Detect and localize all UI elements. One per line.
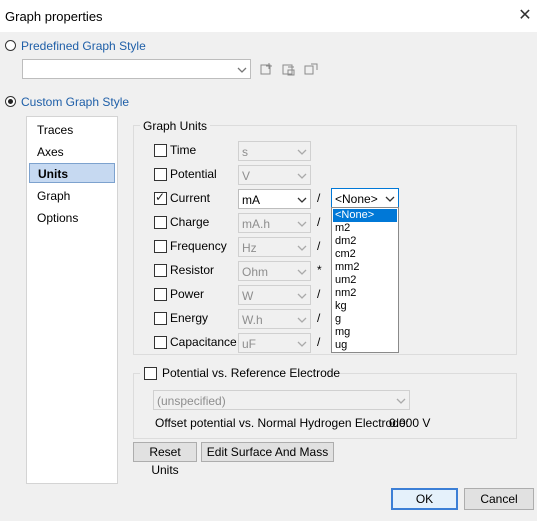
custom-style-radio[interactable] xyxy=(5,96,16,107)
area-unit-value: <None> xyxy=(335,192,378,206)
area-unit-option[interactable]: kg xyxy=(333,300,397,313)
capacitance-unit-value: uF xyxy=(242,337,257,351)
frequency-separator: / xyxy=(317,239,321,253)
chevron-down-icon xyxy=(297,221,307,227)
frequency-unit-value: Hz xyxy=(242,241,257,255)
frequency-checkbox[interactable] xyxy=(154,240,167,253)
title-bar: Graph properties ✕ xyxy=(0,0,537,32)
time-label[interactable]: Time xyxy=(170,143,196,157)
potential-unit-value: V xyxy=(242,169,251,183)
resistor-unit-value: Ohm xyxy=(242,265,269,279)
predefined-style-select[interactable] xyxy=(22,59,251,79)
current-unit-select[interactable]: mA xyxy=(238,189,311,209)
capacitance-label[interactable]: Capacitance xyxy=(170,335,237,349)
potential-label[interactable]: Potential xyxy=(170,167,217,181)
frequency-unit-select[interactable]: Hz xyxy=(238,237,311,257)
power-checkbox[interactable] xyxy=(154,288,167,301)
chevron-down-icon xyxy=(297,197,307,203)
charge-separator: / xyxy=(317,215,321,229)
nav-item-graph[interactable]: Graph xyxy=(29,186,115,206)
resistor-unit-select[interactable]: Ohm xyxy=(238,261,311,281)
nav-item-traces[interactable]: Traces xyxy=(29,120,115,140)
charge-checkbox[interactable] xyxy=(154,216,167,229)
energy-separator: / xyxy=(317,311,321,325)
potential-unit-select[interactable]: V xyxy=(238,165,311,185)
cancel-button[interactable]: Cancel xyxy=(464,488,534,510)
area-unit-option[interactable]: mm2 xyxy=(333,261,397,274)
offset-potential-value: 0.000 V xyxy=(389,416,431,430)
current-unit-value: mA xyxy=(242,193,260,207)
edit-surface-mass-button[interactable]: Edit Surface And Mass xyxy=(201,442,334,462)
power-label[interactable]: Power xyxy=(170,287,204,301)
settings-nav: Traces Axes Units Graph Options xyxy=(26,116,118,484)
current-separator: / xyxy=(317,191,321,205)
reference-electrode-value: (unspecified) xyxy=(157,394,226,408)
reset-units-button[interactable]: Reset Units xyxy=(133,442,197,477)
resistor-checkbox[interactable] xyxy=(154,264,167,277)
graph-units-title: Graph Units xyxy=(140,119,211,133)
nav-item-axes[interactable]: Axes xyxy=(29,142,115,162)
current-checkbox[interactable] xyxy=(154,190,167,205)
custom-style-label[interactable]: Custom Graph Style xyxy=(21,95,129,109)
predefined-style-radio[interactable] xyxy=(5,40,16,51)
area-unit-option[interactable]: <None> xyxy=(332,208,398,223)
area-unit-dropdown: <None> m2 dm2 cm2 mm2 um2 nm2 kg g mg ug xyxy=(331,207,399,353)
frequency-label[interactable]: Frequency xyxy=(170,239,227,253)
area-unit-option[interactable]: um2 xyxy=(333,274,397,287)
capacitance-unit-select[interactable]: uF xyxy=(238,333,311,353)
power-unit-value: W xyxy=(242,289,254,303)
energy-checkbox[interactable] xyxy=(154,312,167,325)
area-unit-option[interactable]: m2 xyxy=(333,222,397,235)
chevron-down-icon xyxy=(396,398,406,404)
energy-label[interactable]: Energy xyxy=(170,311,208,325)
edit-style-icon[interactable] xyxy=(304,62,318,76)
area-unit-option[interactable]: cm2 xyxy=(333,248,397,261)
area-unit-select[interactable]: <None> xyxy=(331,188,399,208)
chevron-down-icon xyxy=(297,173,307,179)
energy-unit-select[interactable]: W.h xyxy=(238,309,311,329)
reference-electrode-label[interactable]: Potential vs. Reference Electrode xyxy=(162,366,340,380)
window-title: Graph properties xyxy=(5,9,103,24)
current-label[interactable]: Current xyxy=(170,191,210,205)
reference-electrode-checkbox[interactable] xyxy=(144,367,157,380)
reference-electrode-select[interactable]: (unspecified) xyxy=(153,390,410,410)
chevron-down-icon xyxy=(297,149,307,155)
capacitance-checkbox[interactable] xyxy=(154,336,167,349)
predefined-style-label[interactable]: Predefined Graph Style xyxy=(21,39,146,53)
resistor-label[interactable]: Resistor xyxy=(170,263,214,277)
time-checkbox[interactable] xyxy=(154,144,167,157)
chevron-down-icon xyxy=(385,196,395,202)
nav-item-options[interactable]: Options xyxy=(29,208,115,228)
time-unit-select[interactable]: s xyxy=(238,141,311,161)
area-unit-option[interactable]: mg xyxy=(333,326,397,339)
energy-unit-value: W.h xyxy=(242,313,263,327)
charge-label[interactable]: Charge xyxy=(170,215,209,229)
charge-unit-value: mA.h xyxy=(242,217,271,231)
add-style-icon[interactable] xyxy=(260,62,274,76)
area-unit-option[interactable]: dm2 xyxy=(333,235,397,248)
power-separator: / xyxy=(317,287,321,301)
time-unit-value: s xyxy=(242,145,248,159)
ok-button[interactable]: OK xyxy=(391,488,458,510)
remove-style-icon[interactable] xyxy=(282,62,296,76)
chevron-down-icon xyxy=(297,341,307,347)
charge-unit-select[interactable]: mA.h xyxy=(238,213,311,233)
chevron-down-icon xyxy=(297,269,307,275)
chevron-down-icon xyxy=(297,293,307,299)
area-unit-option[interactable]: nm2 xyxy=(333,287,397,300)
chevron-down-icon xyxy=(237,67,247,73)
area-unit-option[interactable]: g xyxy=(333,313,397,326)
offset-potential-label: Offset potential vs. Normal Hydrogen Ele… xyxy=(155,416,409,430)
area-unit-option[interactable]: ug xyxy=(333,339,397,352)
nav-item-units[interactable]: Units xyxy=(29,163,115,183)
potential-checkbox[interactable] xyxy=(154,168,167,181)
power-unit-select[interactable]: W xyxy=(238,285,311,305)
chevron-down-icon xyxy=(297,317,307,323)
chevron-down-icon xyxy=(297,245,307,251)
close-icon[interactable]: ✕ xyxy=(516,7,534,25)
resistor-separator: * xyxy=(317,263,322,277)
capacitance-separator: / xyxy=(317,335,321,349)
